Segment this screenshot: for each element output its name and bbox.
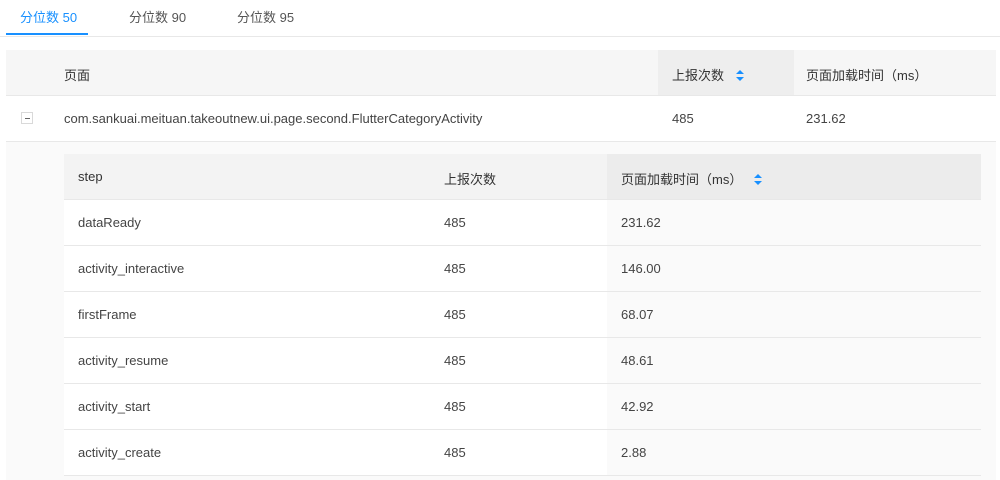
step-name: activity_start xyxy=(78,399,151,414)
column-header-report-count[interactable]: 上报次数 xyxy=(672,65,744,84)
sorted-column-highlight xyxy=(607,384,981,429)
page-name: com.sankuai.meituan.takeoutnew.ui.page.s… xyxy=(64,111,483,126)
load-time: 68.07 xyxy=(621,307,654,322)
report-count: 485 xyxy=(672,111,694,126)
load-time: 2.88 xyxy=(621,445,647,460)
column-header-report-count-label: 上报次数 xyxy=(672,68,725,83)
load-time: 231.62 xyxy=(621,215,661,230)
sorted-column-highlight xyxy=(607,246,981,291)
sorted-column-highlight xyxy=(607,338,981,383)
active-tab-indicator xyxy=(6,33,88,35)
tab-p50[interactable]: 分位数 50 xyxy=(20,10,77,30)
report-count: 485 xyxy=(444,261,466,276)
sorted-column-highlight xyxy=(607,200,981,245)
report-count: 485 xyxy=(444,399,466,414)
expanded-row-panel: step 上报次数 页面加载时间（ms） dataReady 485 231.6… xyxy=(6,142,996,480)
report-count: 485 xyxy=(444,353,466,368)
quantile-tabs: 分位数 50 分位数 90 分位数 95 xyxy=(0,0,1000,37)
sort-icon[interactable] xyxy=(753,173,762,186)
sorted-column-highlight xyxy=(607,292,981,337)
step-name: dataReady xyxy=(78,215,141,230)
tab-p95[interactable]: 分位数 95 xyxy=(237,10,294,30)
tab-p90[interactable]: 分位数 90 xyxy=(129,10,186,30)
load-time: 42.92 xyxy=(621,399,654,414)
table-row: firstFrame 485 68.07 xyxy=(64,292,981,338)
load-time: 146.00 xyxy=(621,261,661,276)
column-header-report-count: 上报次数 xyxy=(444,172,497,187)
table-row: dataReady 485 231.62 xyxy=(64,200,981,246)
table-row: com.sankuai.meituan.takeoutnew.ui.page.s… xyxy=(6,96,996,142)
report-count: 485 xyxy=(444,445,466,460)
load-time: 231.62 xyxy=(806,111,846,126)
step-name: activity_create xyxy=(78,445,162,460)
report-count: 485 xyxy=(444,215,466,230)
step-table-header: step 上报次数 页面加载时间（ms） xyxy=(64,154,981,200)
collapse-icon[interactable] xyxy=(21,112,33,124)
table-row: activity_resume 485 48.61 xyxy=(64,338,981,384)
report-count: 485 xyxy=(444,307,466,322)
sorted-column-highlight xyxy=(607,430,981,475)
table-row: activity_interactive 485 146.00 xyxy=(64,246,981,292)
load-time: 48.61 xyxy=(621,353,654,368)
table-row: activity_create 485 2.88 xyxy=(64,430,981,476)
step-name: activity_resume xyxy=(78,353,169,368)
page-table-header: 页面 上报次数 页面加载时间（ms） xyxy=(6,50,996,96)
sort-icon[interactable] xyxy=(735,69,744,82)
step-name: activity_interactive xyxy=(78,261,185,276)
table-row: activity_start 485 42.92 xyxy=(64,384,981,430)
step-name: firstFrame xyxy=(78,307,137,322)
column-header-load-time-label: 页面加载时间（ms） xyxy=(621,172,743,187)
column-header-page: 页面 xyxy=(64,68,91,83)
column-header-load-time: 页面加载时间（ms） xyxy=(806,68,928,83)
column-header-load-time[interactable]: 页面加载时间（ms） xyxy=(621,169,762,188)
column-header-step: step xyxy=(78,169,103,184)
